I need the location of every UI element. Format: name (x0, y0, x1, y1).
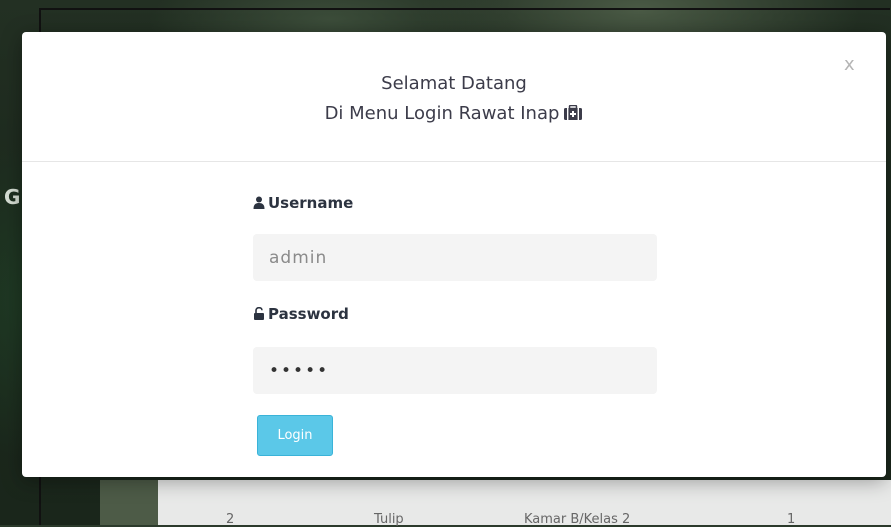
modal-title-subtitle-text: Di Menu Login Rawat Inap (324, 103, 560, 124)
modal-title-subtitle: Di Menu Login Rawat Inap (22, 103, 886, 126)
password-label: Password (253, 305, 349, 324)
username-label: Username (253, 194, 353, 213)
background-table-row (100, 480, 891, 525)
username-input[interactable] (253, 234, 657, 281)
password-label-text: Password (268, 305, 349, 323)
background-row-thumbnail (100, 480, 158, 525)
user-icon (253, 195, 265, 213)
modal-title-welcome: Selamat Datang (381, 73, 527, 94)
background-partial-heading: G (4, 185, 21, 209)
lock-icon (253, 306, 265, 324)
username-label-text: Username (268, 194, 354, 212)
medkit-icon (563, 104, 583, 126)
login-modal: Selamat Datang Di Menu Login Rawat Inap … (22, 32, 886, 477)
modal-header: Selamat Datang Di Menu Login Rawat Inap … (22, 32, 886, 162)
login-button[interactable]: Login (257, 415, 333, 456)
password-input[interactable] (253, 347, 657, 394)
close-button[interactable]: x (844, 54, 855, 75)
